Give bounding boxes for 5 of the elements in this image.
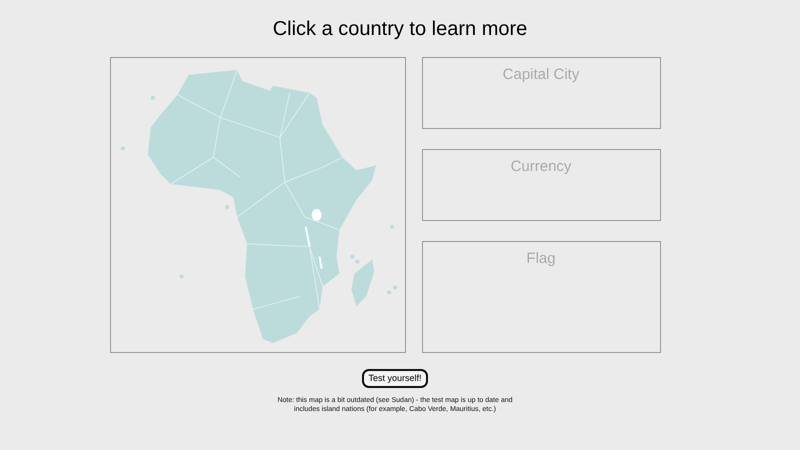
panel-label: Currency — [510, 157, 572, 177]
test-yourself-button[interactable]: Test yourself! — [362, 369, 428, 388]
page-title: Click a country to learn more — [272, 17, 528, 41]
panel-label: Flag — [526, 249, 556, 269]
panel-label: Capital City — [502, 65, 580, 85]
